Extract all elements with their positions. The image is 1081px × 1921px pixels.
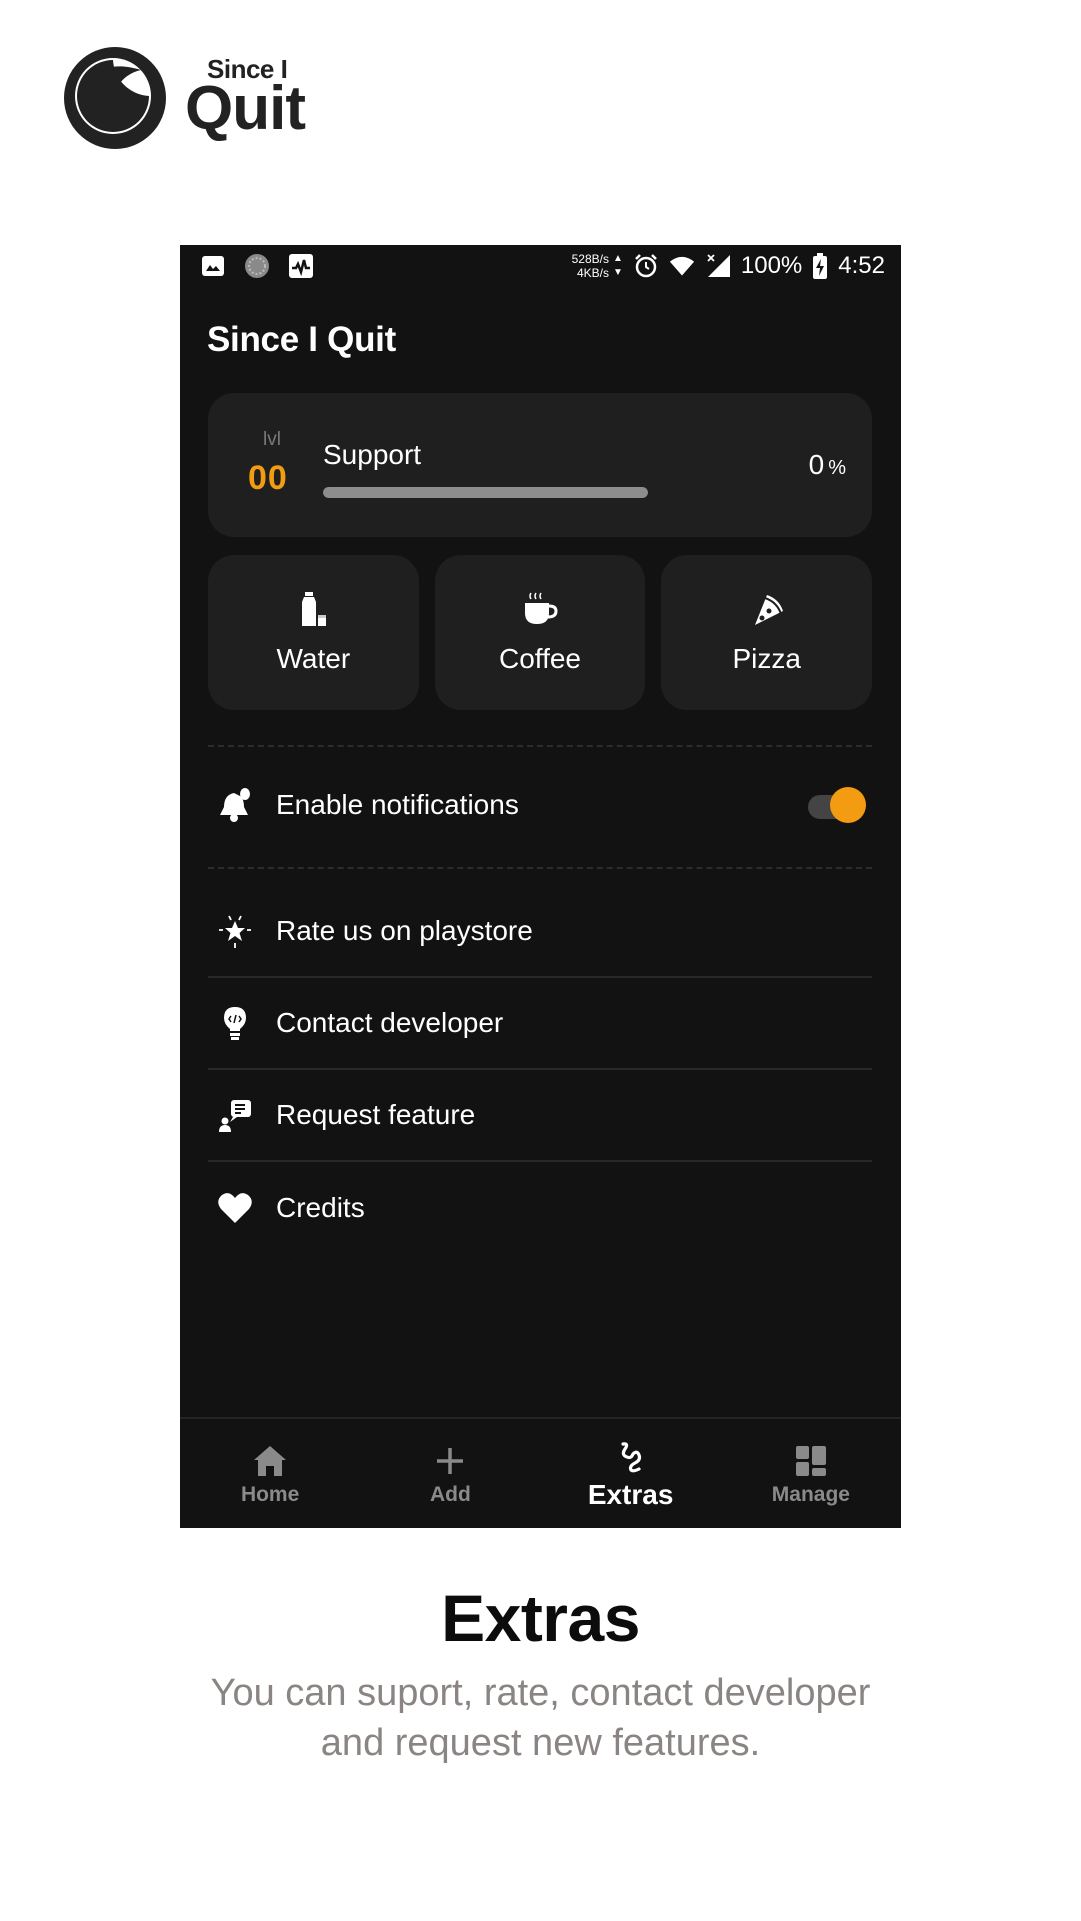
water-bottle-icon xyxy=(302,591,327,626)
phone-screen: 528B/s 4KB/s ▲ ▼ 100% 4:52 Since I Quit l… xyxy=(180,245,901,1528)
signal-icon xyxy=(705,253,731,279)
treat-pizza-button[interactable]: Pizza xyxy=(661,555,873,710)
support-percent: 0% xyxy=(809,449,846,481)
support-percent-value: 0 xyxy=(808,449,825,480)
plus-icon xyxy=(432,1443,468,1479)
status-bar: 528B/s 4KB/s ▲ ▼ 100% 4:52 xyxy=(180,245,901,287)
support-card[interactable]: lvl 00 Support 0% xyxy=(208,393,872,537)
squiggle-icon xyxy=(613,1439,649,1475)
clock: 4:52 xyxy=(838,252,885,279)
nav-extras[interactable]: Extras xyxy=(541,1419,721,1528)
nav-extras-label: Extras xyxy=(587,1478,674,1510)
home-icon xyxy=(252,1443,288,1479)
nav-manage[interactable]: Manage xyxy=(721,1419,901,1528)
nav-add-label: Add xyxy=(429,1482,471,1506)
since-i-quit-logo-icon xyxy=(64,47,166,149)
bottom-navigation: Home Add Extras Manage xyxy=(180,1417,901,1528)
menu-item-credits-label: Credits xyxy=(276,1192,365,1223)
support-progress-bar xyxy=(323,487,648,498)
wifi-icon xyxy=(669,253,695,279)
gallery-icon xyxy=(200,253,226,279)
notifications-label: Enable notifications xyxy=(276,789,519,820)
bell-notification-icon xyxy=(216,786,254,824)
sync-icon xyxy=(244,253,270,279)
caption-title: Extras xyxy=(441,1581,640,1655)
caption-description-line1: You can suport, rate, contact developer xyxy=(210,1672,871,1714)
support-label: Support xyxy=(323,439,422,470)
notifications-row[interactable]: Enable notifications xyxy=(208,765,872,845)
dashed-divider xyxy=(208,745,872,747)
support-percent-sign: % xyxy=(828,457,846,479)
menu-item-contact-label: Contact developer xyxy=(276,1007,504,1038)
menu-item-rate[interactable]: Rate us on playstore xyxy=(208,886,872,978)
caption-description: You can suport, rate, contact developer … xyxy=(0,1668,1081,1768)
activity-icon xyxy=(288,253,314,279)
net-down-speed: 4KB/s xyxy=(576,266,609,280)
extras-menu: Rate us on playstore Contact developer R… xyxy=(208,886,872,1254)
treat-coffee-button[interactable]: Coffee xyxy=(434,555,646,710)
dashboard-icon xyxy=(793,1443,829,1479)
brand-big-text: Quit xyxy=(185,74,306,143)
caption-description-line2: and request new features. xyxy=(320,1722,761,1764)
menu-item-credits[interactable]: Credits xyxy=(208,1162,872,1254)
menu-item-request[interactable]: Request feature xyxy=(208,1070,872,1162)
coffee-cup-icon xyxy=(525,592,558,624)
level-label: lvl xyxy=(263,429,281,450)
battery-percent: 100% xyxy=(740,252,803,279)
menu-item-rate-label: Rate us on playstore xyxy=(276,915,533,946)
treat-water-label: Water xyxy=(276,642,351,674)
brand-wordmark: Since I Quit xyxy=(185,56,306,143)
heart-icon xyxy=(216,1189,254,1227)
notifications-toggle[interactable] xyxy=(808,787,866,823)
net-up-speed: 528B/s xyxy=(571,252,609,266)
net-arrows-icon: ▲ ▼ xyxy=(612,253,623,278)
level-value: 00 xyxy=(248,459,288,497)
treat-coffee-label: Coffee xyxy=(499,642,581,674)
nav-add[interactable]: Add xyxy=(360,1419,540,1528)
app-title: Since I Quit xyxy=(207,320,396,359)
menu-item-contact[interactable]: Contact developer xyxy=(208,978,872,1070)
lightbulb-code-icon xyxy=(216,1004,254,1042)
battery-charging-icon xyxy=(812,253,828,279)
star-sparkle-icon xyxy=(216,912,254,950)
brand-logo: Since I Quit xyxy=(63,46,306,150)
treat-water-button[interactable]: Water xyxy=(208,555,419,710)
toggle-thumb xyxy=(830,787,866,823)
dashed-divider xyxy=(208,867,872,869)
feature-request-icon xyxy=(216,1096,254,1134)
treat-buttons: Water Coffee Pizza xyxy=(208,555,873,710)
alarm-icon xyxy=(633,253,659,279)
nav-home[interactable]: Home xyxy=(180,1419,360,1528)
nav-manage-label: Manage xyxy=(771,1482,850,1506)
pizza-icon xyxy=(754,594,783,625)
nav-home-label: Home xyxy=(240,1482,300,1506)
network-speed: 528B/s 4KB/s xyxy=(572,252,609,280)
treat-pizza-label: Pizza xyxy=(732,642,801,674)
menu-item-request-label: Request feature xyxy=(276,1099,476,1130)
